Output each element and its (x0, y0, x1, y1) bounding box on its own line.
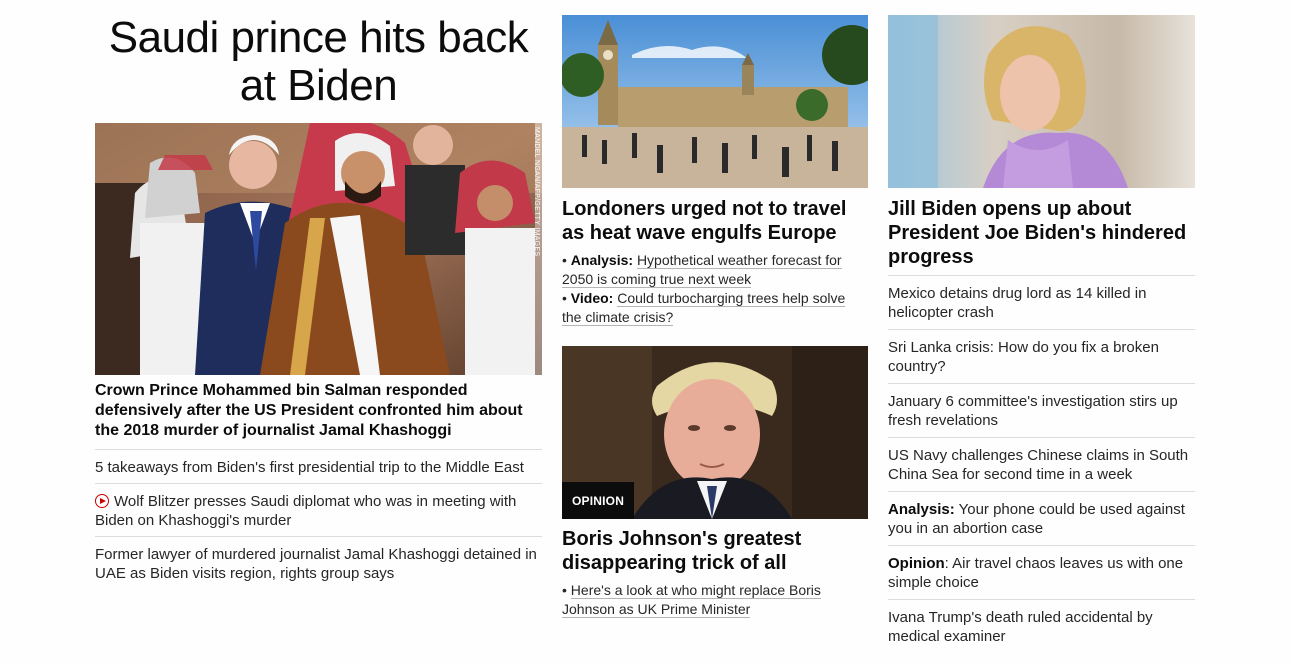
link-text[interactable]: Mexico detains drug lord as 14 killed in… (888, 285, 1146, 321)
link-text[interactable]: Ivana Trump's death ruled accidental by … (888, 609, 1153, 645)
related-link-takeaways[interactable]: 5 takeaways from Biden's first president… (95, 449, 542, 483)
jill-biden-image[interactable] (888, 15, 1195, 188)
main-story-caption[interactable]: Crown Prince Mohammed bin Salman respond… (95, 381, 542, 441)
related-link-blitzer[interactable]: Wolf Blitzer presses Saudi diplomat who … (95, 483, 542, 536)
headline-link-us-navy[interactable]: US Navy challenges Chinese claims in Sou… (888, 437, 1195, 491)
middle-column: Londoners urged not to travel as heat wa… (562, 15, 868, 618)
london-image[interactable] (562, 15, 868, 188)
main-headline[interactable]: Saudi prince hits back at Biden (95, 14, 542, 110)
jill-biden-photo (888, 15, 1195, 188)
parliament-photo (562, 15, 868, 188)
image-credit: MANDEL NGAN/AFP/GETTY IMAGES (533, 127, 540, 257)
main-related-list: 5 takeaways from Biden's first president… (95, 449, 542, 589)
headline-link-sri-lanka[interactable]: Sri Lanka crisis: How do you fix a broke… (888, 329, 1195, 383)
boris-bullet[interactable]: • Here's a look at who might replace Bor… (562, 581, 868, 619)
headline-link-phone-abortion[interactable]: Analysis: Your phone could be used again… (888, 491, 1195, 545)
play-icon (95, 494, 109, 508)
related-link-text[interactable]: Wolf Blitzer presses Saudi diplomat who … (95, 493, 516, 529)
headline-link-jan6[interactable]: January 6 committee's investigation stir… (888, 383, 1195, 437)
main-headline-link[interactable]: Saudi prince hits back at Biden (109, 13, 529, 110)
boris-story-text: Boris Johnson's greatest disappearing tr… (562, 527, 868, 619)
related-link-khashoggi-lawyer[interactable]: Former lawyer of murdered journalist Jam… (95, 536, 542, 589)
right-column: Jill Biden opens up about President Joe … (888, 15, 1195, 653)
link-text[interactable]: US Navy challenges Chinese claims in Sou… (888, 447, 1188, 483)
london-bullets: • Analysis: Hypothetical weather forecas… (562, 251, 868, 327)
analysis-bullet[interactable]: • Analysis: Hypothetical weather forecas… (562, 251, 868, 289)
video-bullet[interactable]: • Video: Could turbocharging trees help … (562, 289, 868, 327)
link-lead: Analysis: (888, 501, 955, 518)
link-text[interactable]: January 6 committee's investigation stir… (888, 393, 1178, 429)
main-story: Saudi prince hits back at Biden MANDEL N… (95, 14, 542, 582)
bullet-lead: Video: (570, 290, 614, 306)
headline-list: Mexico detains drug lord as 14 killed in… (888, 275, 1195, 653)
bullet-lead: Analysis: (570, 252, 634, 268)
boris-headline[interactable]: Boris Johnson's greatest disappearing tr… (562, 527, 868, 575)
headline-link-mexico[interactable]: Mexico detains drug lord as 14 killed in… (888, 275, 1195, 329)
main-story-image[interactable]: MANDEL NGAN/AFP/GETTY IMAGES (95, 123, 542, 375)
headline-link-air-travel[interactable]: Opinion: Air travel chaos leaves us with… (888, 545, 1195, 599)
london-headline[interactable]: Londoners urged not to travel as heat wa… (562, 197, 868, 245)
bullet-link[interactable]: Here's a look at who might replace Boris… (562, 582, 821, 618)
opinion-badge: OPINION (562, 482, 635, 519)
jill-biden-headline[interactable]: Jill Biden opens up about President Joe … (888, 197, 1195, 269)
related-link-text[interactable]: Former lawyer of murdered journalist Jam… (95, 546, 537, 582)
biden-mbs-photo (95, 123, 542, 375)
headline-link-ivana-trump[interactable]: Ivana Trump's death ruled accidental by … (888, 599, 1195, 653)
link-text[interactable]: Sri Lanka crisis: How do you fix a broke… (888, 339, 1159, 375)
boris-image[interactable]: OPINION (562, 346, 868, 519)
related-link-text[interactable]: 5 takeaways from Biden's first president… (95, 459, 524, 476)
link-lead: Opinion (888, 555, 945, 572)
